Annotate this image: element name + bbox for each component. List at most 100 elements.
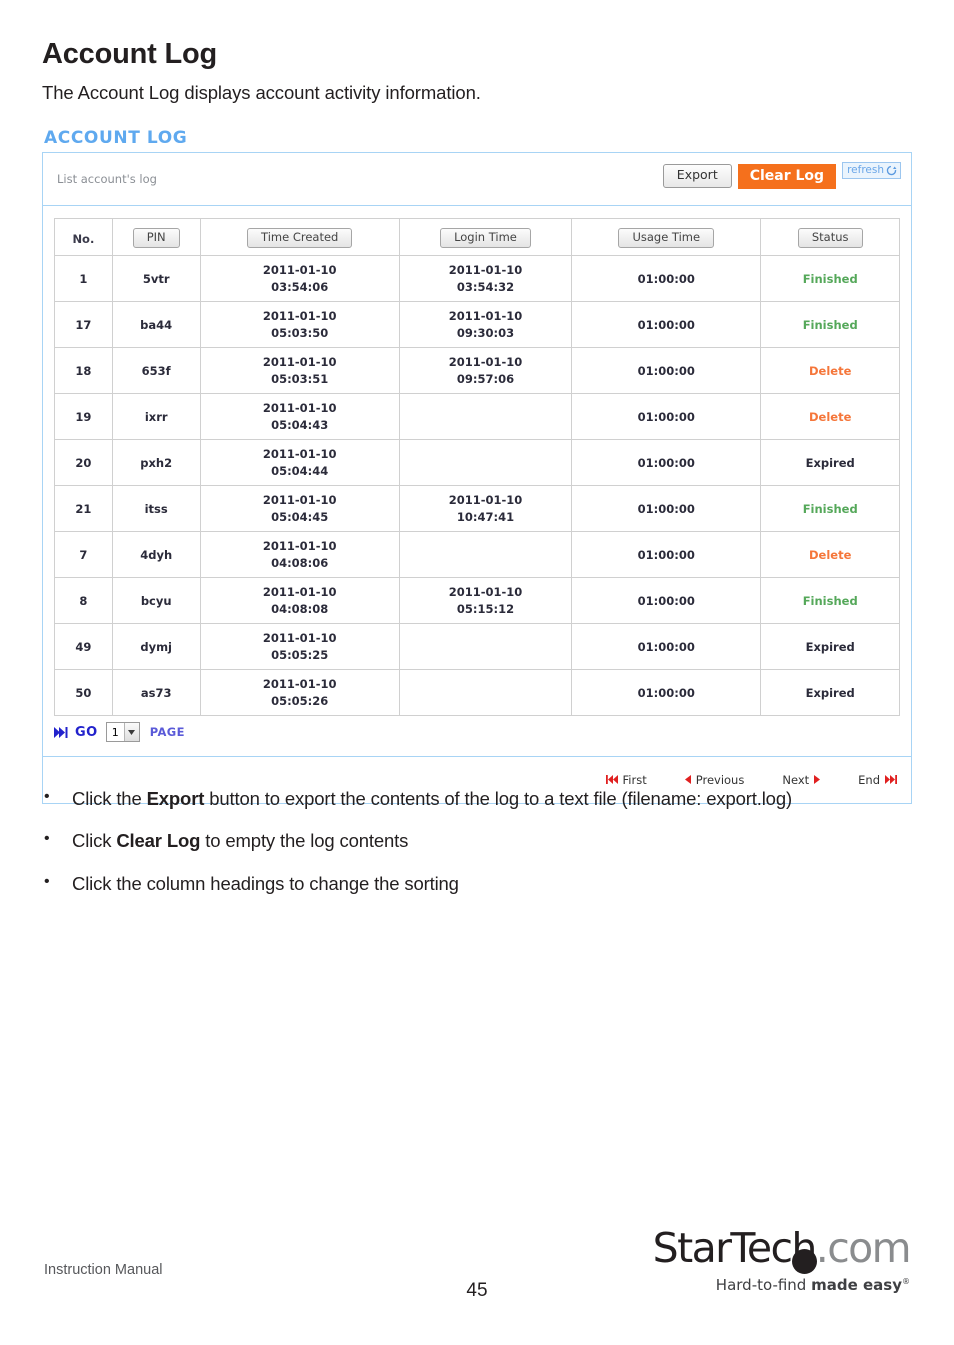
column-header-usage-time[interactable]: Usage Time — [571, 218, 762, 256]
cell-time-created: 2011-01-10 05:05:25 — [199, 623, 400, 670]
cell-login-time: 2011-01-10 10:47:41 — [398, 485, 573, 532]
page-intro-text: The Account Log displays account activit… — [42, 82, 481, 103]
status-badge: Delete — [809, 547, 852, 562]
bullet-marker: • — [44, 788, 50, 805]
instruction-bullet-list: • Click the Export button to export the c… — [44, 786, 894, 913]
export-button[interactable]: Export — [662, 164, 732, 188]
refresh-label: refresh — [847, 164, 884, 177]
logo-dot-shape — [792, 1249, 817, 1274]
bullet-text: Click the Export button to export the co… — [72, 788, 792, 809]
table-row: 49 dymj 2011-01-10 05:05:25 01:00:00 Expired — [54, 623, 900, 670]
cell-no: 20 — [54, 439, 113, 486]
table-header-row: No. PIN Time Created Login Time Usage Ti — [54, 218, 900, 256]
account-log-panel: List account's log Export Clear Log refr… — [42, 152, 912, 804]
cell-usage-time: 01:00:00 — [571, 347, 762, 394]
cell-pin: ixrr — [111, 393, 201, 440]
cell-pin: as73 — [111, 669, 201, 716]
table-row: 8 bcyu 2011-01-10 04:08:08 2011-01-10 05:15:1… — [54, 577, 900, 624]
table-row: 21 itss 2011-01-10 05:04:45 2011-01-10 10:47:… — [54, 485, 900, 532]
cell-usage-time: 01:00:00 — [571, 255, 762, 302]
cell-time-created: 2011-01-10 05:03:51 — [199, 347, 400, 394]
column-header-login-time[interactable]: Login Time — [398, 218, 573, 256]
startech-logo: StarTech.com Hard-to-find made easy® — [648, 1228, 912, 1295]
status-badge: Finished — [802, 593, 858, 608]
nav-first-label: First — [622, 773, 647, 787]
cell-pin: pxh2 — [111, 439, 201, 486]
clear-log-button[interactable]: Clear Log — [737, 164, 837, 189]
cell-pin: 5vtr — [111, 255, 201, 302]
cell-usage-time: 01:00:00 — [571, 301, 762, 348]
screenshot-heading: ACCOUNT LOG — [44, 128, 188, 148]
cell-login-time: 2011-01-10 05:15:12 — [398, 577, 573, 624]
account-log-table: No. PIN Time Created Login Time Usage Ti — [54, 218, 900, 716]
table-row: 20 pxh2 2011-01-10 05:04:44 01:00:00 Expired — [54, 439, 900, 486]
cell-login-time: 2011-01-10 09:30:03 — [398, 301, 573, 348]
cell-time-created: 2011-01-10 05:04:43 — [199, 393, 400, 440]
chevron-down-icon[interactable] — [123, 723, 139, 741]
refresh-circular-arrow-icon — [886, 165, 897, 176]
column-header-time-created[interactable]: Time Created — [199, 218, 400, 256]
column-header-no[interactable]: No. — [54, 218, 113, 256]
page-select-value: 1 — [111, 725, 119, 739]
cell-status: Finished — [760, 301, 900, 348]
column-header-pin[interactable]: PIN — [111, 218, 201, 256]
cell-time-created: 2011-01-10 04:08:06 — [199, 531, 400, 578]
go-button[interactable]: GO — [75, 725, 98, 740]
list-item: • Click Clear Log to empty the log conten… — [44, 828, 894, 854]
cell-login-time — [398, 531, 573, 578]
status-badge: Expired — [805, 455, 855, 470]
cell-time-created: 2011-01-10 05:04:44 — [199, 439, 400, 486]
cell-status: Delete — [760, 531, 900, 578]
cell-pin: bcyu — [111, 577, 201, 624]
cell-status: Finished — [760, 485, 900, 532]
cell-pin: itss — [111, 485, 201, 532]
status-badge: Expired — [805, 639, 855, 654]
bullet-text: Click Clear Log to empty the log content… — [72, 830, 409, 852]
column-header-no-label: No. — [72, 231, 95, 246]
cell-no: 1 — [54, 255, 113, 302]
triangle-left-icon — [684, 773, 691, 787]
nav-end-button[interactable]: End — [858, 773, 897, 787]
cell-pin: dymj — [111, 623, 201, 670]
page-select[interactable]: 1 — [105, 722, 140, 742]
nav-previous-button[interactable]: Previous — [684, 773, 745, 787]
nav-next-label: Next — [782, 773, 810, 787]
list-item: • Click the Export button to export the c… — [44, 786, 894, 812]
nav-next-button[interactable]: Next — [782, 773, 821, 787]
skip-backward-icon — [605, 773, 618, 787]
cell-usage-time: 01:00:00 — [571, 393, 762, 440]
cell-status: Delete — [760, 393, 900, 440]
logo-tagline-light: Hard-to-find — [715, 1276, 812, 1294]
table-row: 18 653f 2011-01-10 05:03:51 2011-01-10 09:57:… — [54, 347, 900, 394]
cell-usage-time: 01:00:00 — [571, 439, 762, 486]
page-label: PAGE — [149, 725, 185, 739]
column-header-login-time-label: Login Time — [440, 227, 531, 249]
cell-login-time — [398, 439, 573, 486]
cell-usage-time: 01:00:00 — [571, 669, 762, 716]
cell-status: Expired — [760, 439, 900, 486]
table-row: 7 4dyh 2011-01-10 04:08:06 01:00:00 Delete — [54, 531, 900, 578]
toolbar-actions: Export Clear Log refresh — [662, 162, 901, 189]
bullet-marker: • — [44, 872, 50, 890]
nav-previous-label: Previous — [695, 773, 745, 787]
bullet-emphasis: Clear Log — [116, 830, 201, 852]
cell-time-created: 2011-01-10 05:04:45 — [199, 485, 400, 532]
status-badge: Expired — [805, 685, 855, 700]
cell-no: 18 — [54, 347, 113, 394]
cell-no: 19 — [54, 393, 113, 440]
column-header-status[interactable]: Status — [760, 218, 900, 256]
cell-status: Expired — [760, 669, 900, 716]
cell-no: 50 — [54, 669, 113, 716]
skip-forward-icon[interactable] — [54, 726, 69, 738]
cell-status: Finished — [760, 577, 900, 624]
column-header-usage-time-label: Usage Time — [618, 227, 715, 249]
status-badge: Finished — [802, 501, 858, 516]
nav-first-button[interactable]: First — [605, 773, 647, 787]
cell-no: 7 — [54, 531, 113, 578]
table-row: 17 ba44 2011-01-10 05:03:50 2011-01-10 09:30:… — [54, 301, 900, 348]
cell-time-created: 2011-01-10 05:05:26 — [199, 669, 400, 716]
column-header-status-label: Status — [797, 227, 863, 249]
log-table-body: 1 5vtr 2011-01-10 03:54:06 2011-01-10 03:54:3… — [54, 255, 900, 716]
refresh-button[interactable]: refresh — [842, 162, 901, 179]
page-title: Account Log — [42, 38, 218, 70]
